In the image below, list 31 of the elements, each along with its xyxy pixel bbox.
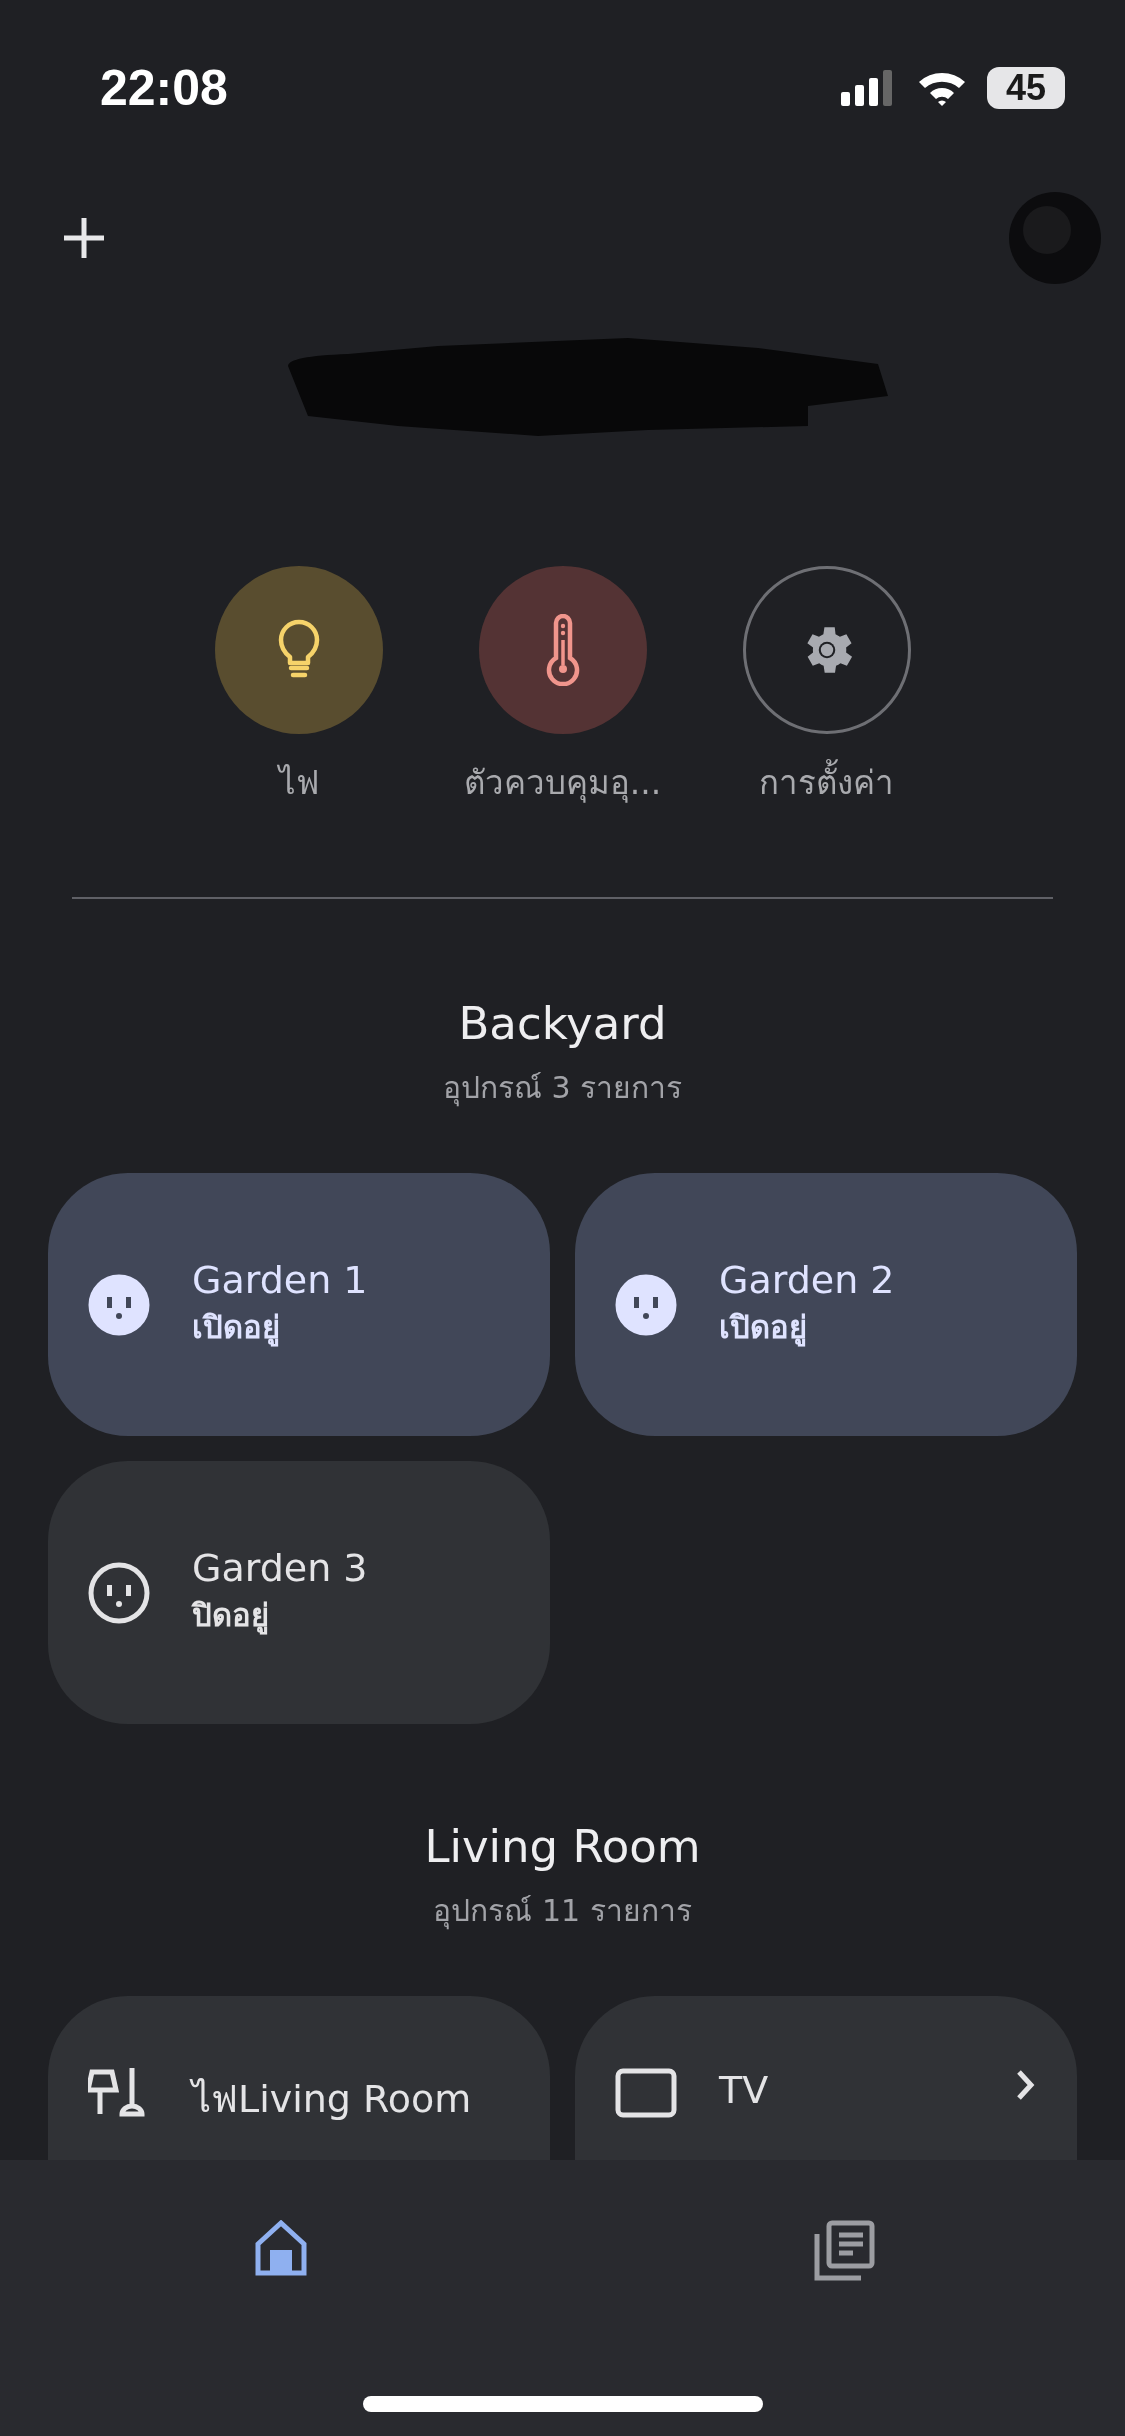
clock-time: 22:08: [100, 59, 228, 117]
outlet-icon: [88, 1273, 150, 1336]
device-tile[interactable]: Garden 1 เปิดอยู่: [48, 1173, 550, 1436]
device-status: ปิดอยู่: [192, 1595, 270, 1637]
device-status: เปิดอยู่: [192, 1307, 281, 1349]
tv-icon: [615, 2068, 677, 2118]
device-count: อุปกรณ์ 3 รายการ: [442, 1069, 683, 1109]
device-status: เปิดอยู่: [719, 1307, 808, 1349]
outlet-icon: [88, 1561, 150, 1624]
settings-shortcut-button[interactable]: [742, 566, 911, 734]
room-title: Backyard: [458, 997, 667, 1050]
add-icon[interactable]: [62, 216, 106, 260]
battery-indicator: 45: [987, 67, 1065, 109]
shortcut-label: การตั้งค่า: [759, 756, 894, 809]
wifi-icon: [917, 70, 967, 106]
shortcut-label: ตัวควบคุมอุ...: [463, 762, 662, 805]
device-name: TV: [719, 2068, 770, 2112]
device-name: Garden 1: [192, 1257, 369, 1302]
shortcut-label: ไฟ: [278, 762, 319, 804]
device-name: Garden 3: [192, 1545, 369, 1590]
device-name: Garden 2: [719, 1257, 896, 1302]
device-count: อุปกรณ์ 11 รายการ: [433, 1892, 692, 1932]
document-stack-tab-icon[interactable]: [812, 2220, 875, 2282]
chevron-right-icon[interactable]: [1015, 2068, 1037, 2102]
home-tab-icon[interactable]: [255, 2220, 308, 2276]
device-tile[interactable]: ไฟLiving Room: [48, 1996, 550, 2160]
device-tile[interactable]: TV: [575, 1996, 1077, 2160]
outlet-icon: [615, 1273, 677, 1336]
device-tile[interactable]: Garden 3 ปิดอยู่: [48, 1461, 550, 1724]
device-tile[interactable]: Garden 2 เปิดอยู่: [575, 1173, 1077, 1436]
room-title: Living Room: [424, 1820, 701, 1873]
